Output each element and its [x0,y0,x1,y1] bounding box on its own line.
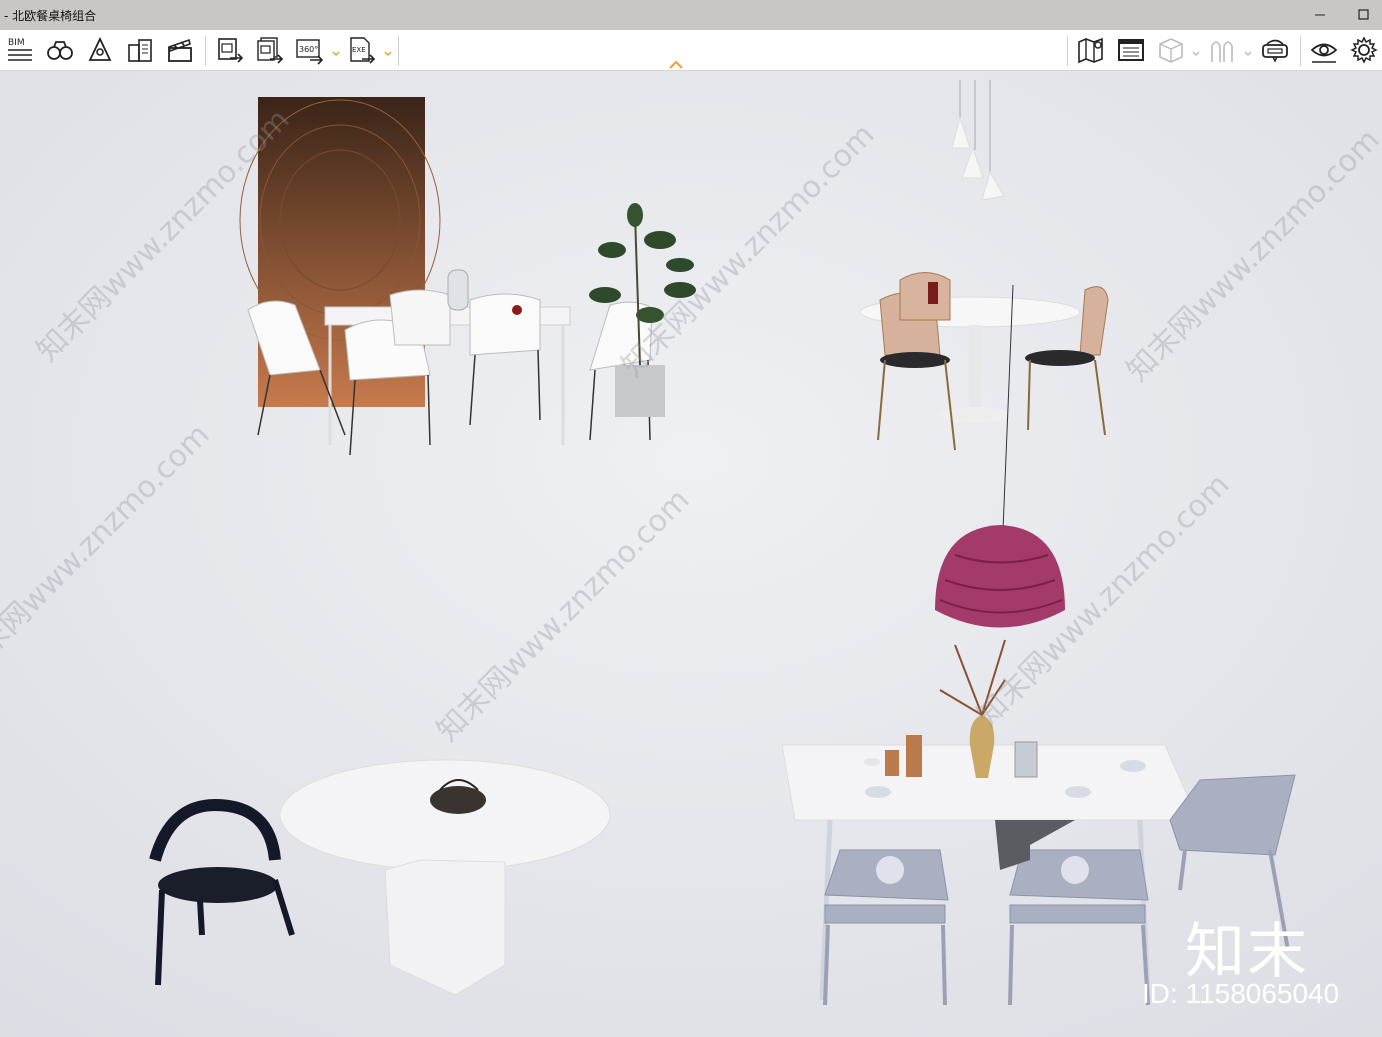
export-exe-label: EXE [352,46,366,54]
vr-headset-icon[interactable] [1259,34,1291,66]
people-icon[interactable] [1206,34,1238,66]
title-bar: - 北欧餐桌椅组合 [0,0,1382,30]
export-image-icon[interactable] [214,34,246,66]
chevron-down-icon[interactable] [383,44,393,57]
toolbar-divider [1300,36,1301,66]
brand-logo: 知末 [1185,917,1309,987]
toolbar: BIM 360° EXE [0,30,1382,71]
maximize-icon[interactable] [1352,4,1376,26]
bim-menu-label: BIM [8,38,25,48]
export-batch-icon[interactable] [254,34,286,66]
map-icon[interactable] [1075,34,1107,66]
minimize-icon[interactable] [1308,4,1332,26]
cube-view-icon[interactable] [1155,34,1187,66]
clapperboard-icon[interactable] [164,34,196,66]
pen-tool-icon[interactable] [84,34,116,66]
chevron-down-icon[interactable] [1191,44,1201,57]
chevron-down-icon[interactable] [1243,44,1253,57]
render-viewport[interactable]: 知末网www.znzmo.com 知末网www.znzmo.com 知末网www… [0,71,1382,1037]
toolbar-divider [1067,36,1068,66]
window-title: - 北欧餐桌椅组合 [4,9,97,23]
binoculars-icon[interactable] [44,34,76,66]
eye-view-icon[interactable] [1308,34,1340,66]
export-360-icon[interactable]: 360° [294,34,326,66]
floorplan-icon[interactable] [1115,34,1147,66]
export-exe-icon[interactable]: EXE [346,34,378,66]
chevron-down-icon[interactable] [331,44,341,57]
settings-icon[interactable] [1348,34,1380,66]
toolbar-divider [205,36,206,66]
export-360-label: 360° [299,45,318,54]
chevron-up-icon[interactable] [668,56,684,69]
bim-menu-button[interactable]: BIM [4,34,36,66]
asset-id-label: ID: 1158065040 [1142,978,1340,1009]
toolbar-divider [398,36,399,66]
buildings-icon[interactable] [124,34,156,66]
